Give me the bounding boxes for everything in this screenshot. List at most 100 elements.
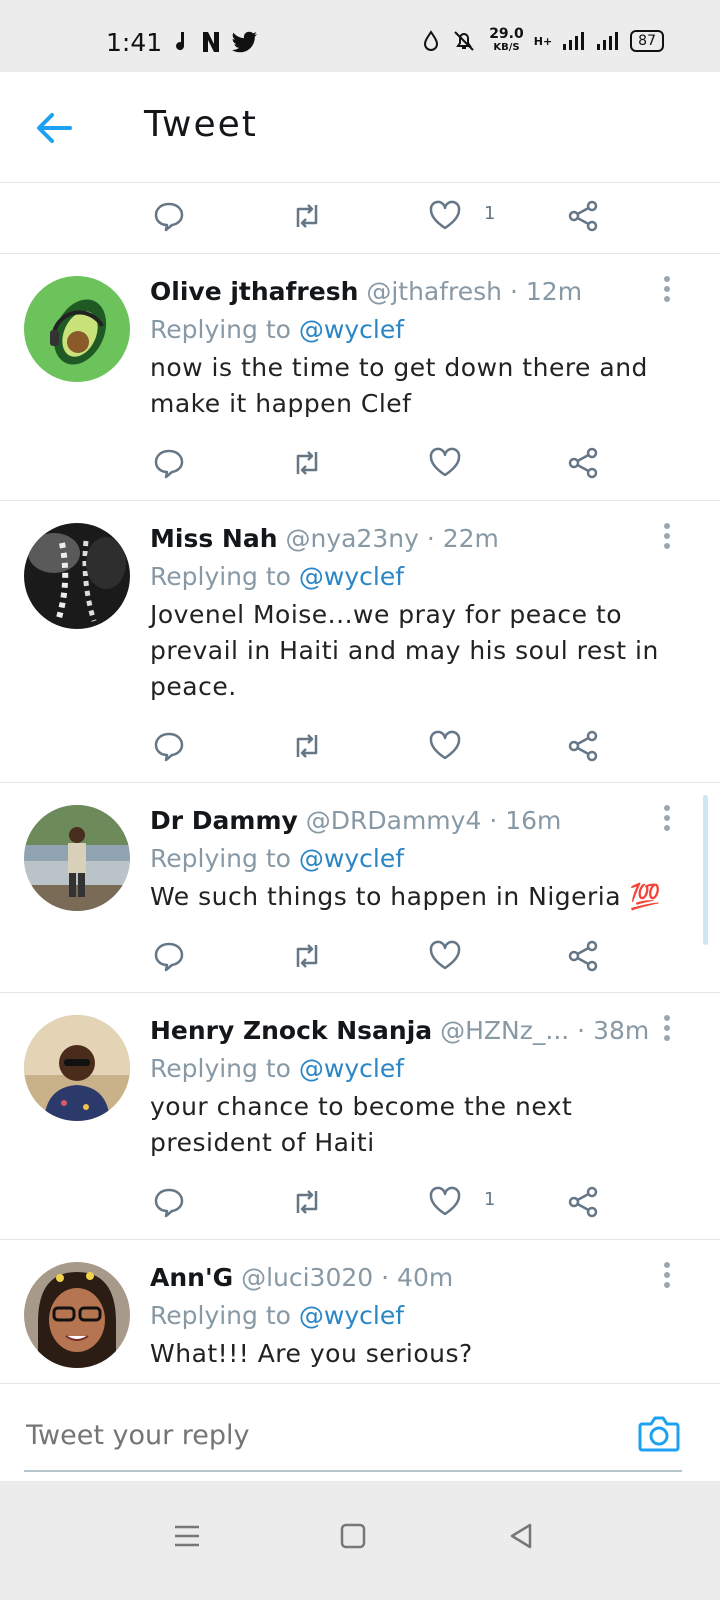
retweet-button[interactable] [290, 939, 326, 973]
reply-tweet[interactable]: Olive jthafresh @jthafresh · 12m Replyin… [0, 254, 720, 500]
user-handle[interactable]: @HZNz_... [440, 1016, 569, 1045]
mention-link[interactable]: @wyclef [299, 315, 404, 344]
mention-link[interactable]: @wyclef [299, 562, 404, 591]
avatar[interactable] [24, 1015, 130, 1121]
like-count: 1 [484, 203, 496, 224]
reply-tweet[interactable]: Henry Znock Nsanja @HZNz_... · 38m Reply… [0, 993, 720, 1239]
reply-composer [0, 1383, 720, 1482]
retweet-icon [296, 1190, 318, 1214]
reply-input[interactable] [24, 1414, 628, 1456]
user-handle[interactable]: @DRDammy4 [306, 806, 482, 835]
retweet-button[interactable] [290, 729, 326, 763]
user-handle[interactable]: @jthafresh [366, 277, 502, 306]
share-icon [568, 1186, 598, 1218]
beads-avatar-image [24, 523, 130, 629]
tweet-text: What!!! Are you serious? [150, 1339, 473, 1368]
display-name[interactable]: Olive jthafresh [150, 277, 358, 306]
display-name[interactable]: Henry Znock Nsanja [150, 1016, 432, 1045]
timestamp: 12m [525, 277, 583, 306]
reply-tweet[interactable]: Miss Nah @nya23ny · 22m Replying to @wyc… [0, 501, 720, 782]
tweet-body: Henry Znock Nsanja @HZNz_... · 38m Reply… [150, 1013, 680, 1161]
like-count: 1 [484, 1189, 496, 1210]
separator-dot: · [577, 1016, 586, 1045]
tweet-header: Ann'G @luci3020 · 40m [150, 1260, 680, 1296]
home-nav-button[interactable] [338, 1521, 368, 1551]
like-button[interactable] [428, 1185, 464, 1219]
user-handle[interactable]: @nya23ny [285, 524, 418, 553]
replying-prefix: Replying to [150, 315, 291, 344]
reply-button[interactable] [152, 199, 188, 233]
tweet-header: Miss Nah @nya23ny · 22m [150, 521, 680, 557]
replying-to: Replying to @wyclef [150, 1296, 680, 1336]
separator-dot: · [426, 524, 435, 553]
avatar[interactable] [24, 276, 130, 382]
replying-prefix: Replying to [150, 562, 291, 591]
share-button[interactable] [566, 729, 602, 763]
scrollbar[interactable] [703, 795, 708, 945]
status-time: 1:41 [106, 28, 163, 57]
tweet-text: now is the time to get down there and ma… [150, 353, 648, 418]
user-handle[interactable]: @luci3020 [241, 1263, 373, 1292]
display-name[interactable]: Miss Nah [150, 524, 278, 553]
like-button[interactable] [428, 939, 464, 973]
camera-button[interactable] [638, 1414, 680, 1454]
mention-link[interactable]: @wyclef [299, 1301, 404, 1330]
share-button[interactable] [566, 1185, 602, 1219]
share-button[interactable] [566, 199, 602, 233]
like-button[interactable] [428, 729, 464, 763]
avatar[interactable] [24, 805, 130, 911]
share-button[interactable] [566, 939, 602, 973]
tweet-actions [0, 923, 720, 989]
avatar[interactable] [24, 523, 130, 629]
mute-bell-icon [454, 31, 474, 51]
back-nav-button[interactable] [506, 1521, 536, 1551]
avocado-avatar-image [24, 276, 130, 382]
timestamp: 38m [593, 1016, 650, 1045]
reply-button[interactable] [152, 729, 188, 763]
app-header: Tweet [0, 72, 720, 183]
water-drop-icon [424, 30, 439, 51]
heart-icon [429, 447, 461, 477]
retweet-button[interactable] [290, 199, 326, 233]
heart-icon [429, 1186, 461, 1216]
network-type: H+ [533, 34, 553, 48]
tweet-header: Dr Dammy @DRDammy4 · 16m [150, 803, 680, 839]
system-nav-bar [0, 1481, 720, 1600]
page-title: Tweet [144, 104, 258, 145]
reply-button[interactable] [152, 939, 188, 973]
mention-link[interactable]: @wyclef [299, 1054, 404, 1083]
reply-button[interactable] [152, 446, 188, 480]
share-icon [568, 200, 598, 232]
tweet-actions [0, 430, 720, 496]
man-sunglasses-avatar-image [24, 1015, 130, 1121]
tweet-body: Olive jthafresh @jthafresh · 12m Replyin… [150, 274, 680, 422]
like-button[interactable] [428, 446, 464, 480]
mention-link[interactable]: @wyclef [299, 844, 404, 873]
menu-nav-button[interactable] [172, 1521, 202, 1551]
timestamp: 22m [442, 524, 499, 553]
share-button[interactable] [566, 446, 602, 480]
notification-icons [172, 30, 258, 54]
retweet-button[interactable] [290, 446, 326, 480]
back-button[interactable] [34, 110, 74, 146]
tweet-header: Olive jthafresh @jthafresh · 12m [150, 274, 680, 310]
reply-tweet[interactable]: Ann'G @luci3020 · 40m Replying to @wycle… [0, 1240, 720, 1385]
retweet-button[interactable] [290, 1185, 326, 1219]
camera-icon [638, 1416, 680, 1452]
reply-button[interactable] [152, 1185, 188, 1219]
display-name[interactable]: Ann'G [150, 1263, 233, 1292]
avatar[interactable] [24, 1262, 130, 1368]
like-button[interactable] [428, 199, 464, 233]
retweet-icon [296, 734, 318, 758]
tweet-body: Dr Dammy @DRDammy4 · 16m Replying to @wy… [150, 803, 680, 915]
status-bar: 1:41 29.0 KB/S H+ 87 [0, 0, 720, 72]
speed-value: 29.0 [489, 26, 524, 42]
separator-dot: · [509, 277, 518, 306]
replying-to: Replying to @wyclef [150, 1049, 680, 1089]
display-name[interactable]: Dr Dammy [150, 806, 298, 835]
signal-icon-2 [597, 32, 619, 50]
tweet-text: your chance to become the next president… [150, 1092, 573, 1157]
music-note-icon [176, 32, 185, 51]
reply-icon [154, 449, 184, 479]
reply-tweet[interactable]: Dr Dammy @DRDammy4 · 16m Replying to @wy… [0, 783, 720, 992]
